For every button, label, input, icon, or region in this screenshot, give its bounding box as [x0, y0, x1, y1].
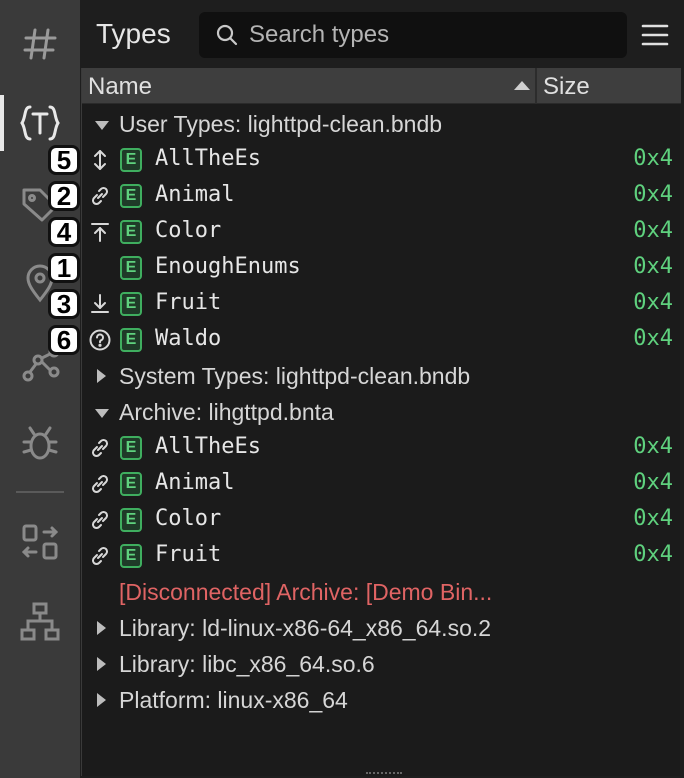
type-size: 0x4 — [633, 470, 673, 495]
column-header: Name Size — [82, 68, 681, 104]
bug-icon[interactable] — [0, 414, 80, 474]
type-row[interactable]: E Animal 0x4 — [82, 178, 681, 214]
type-row[interactable]: E AllTheEs 0x4 — [82, 142, 681, 178]
type-name: AllTheEs — [155, 146, 261, 171]
link-icon — [91, 438, 109, 458]
type-name: AllTheEs — [155, 434, 261, 459]
column-size-header[interactable]: Size — [543, 73, 590, 101]
type-row[interactable]: E Fruit 0x4 — [82, 286, 681, 322]
types-tree[interactable]: Name Size User Types: lighttpd-clean.bnd… — [81, 68, 681, 776]
enum-badge: E — [120, 328, 142, 352]
callout-badge: 4 — [48, 217, 80, 247]
group-system-types[interactable]: System Types: lighttpd-clean.bndb — [82, 358, 681, 394]
callout-badge: 3 — [48, 289, 80, 319]
types-icon[interactable] — [0, 93, 80, 153]
type-size: 0x4 — [633, 434, 673, 459]
column-name-header[interactable]: Name — [88, 73, 152, 101]
expand-caret-icon[interactable] — [95, 409, 109, 418]
link-icon — [91, 474, 109, 494]
type-name: Waldo — [155, 326, 222, 351]
enum-badge: E — [120, 436, 142, 460]
resize-grip[interactable] — [366, 772, 402, 776]
type-size: 0x4 — [633, 254, 673, 279]
sync-both-icon — [94, 150, 106, 170]
type-row[interactable]: E EnoughEnums 0x4 — [82, 250, 681, 286]
hierarchy-icon[interactable] — [0, 592, 80, 652]
pull-down-icon — [91, 294, 109, 313]
type-name: Fruit — [155, 542, 222, 567]
callout-badge: 2 — [48, 181, 80, 211]
callout-badge: 5 — [48, 145, 80, 175]
link-icon — [91, 546, 109, 566]
enum-badge: E — [120, 292, 142, 316]
callout-badge: 6 — [48, 325, 80, 355]
type-size: 0x4 — [633, 182, 673, 207]
column-separator[interactable] — [535, 68, 537, 104]
type-size: 0x4 — [633, 146, 673, 171]
type-name: Animal — [155, 470, 235, 495]
push-up-icon — [91, 223, 109, 242]
enum-badge: E — [120, 184, 142, 208]
search-input[interactable] — [249, 21, 609, 49]
type-size: 0x4 — [633, 218, 673, 243]
search-icon — [216, 24, 238, 46]
group-label: User Types: lighttpd-clean.bndb — [119, 111, 443, 137]
enum-badge: E — [120, 508, 142, 532]
group-library-libc[interactable]: Library: libc_x86_64.so.6 — [82, 646, 681, 682]
type-row[interactable]: E Waldo 0x4 — [82, 322, 681, 358]
type-name: Animal — [155, 182, 235, 207]
rail-divider — [16, 491, 64, 493]
collapse-caret-icon[interactable] — [97, 693, 106, 707]
hash-icon[interactable] — [0, 14, 80, 74]
type-row[interactable]: E AllTheEs 0x4 — [82, 430, 681, 466]
type-row[interactable]: E Color 0x4 — [82, 502, 681, 538]
group-label: System Types: lighttpd-clean.bndb — [119, 363, 471, 389]
type-row[interactable]: E Fruit 0x4 — [82, 538, 681, 574]
panel-title: Types — [96, 18, 171, 49]
type-name: Fruit — [155, 290, 222, 315]
enum-badge: E — [120, 544, 142, 568]
group-label: Archive: lihgttpd.bnta — [119, 399, 334, 425]
type-name: EnoughEnums — [155, 254, 301, 279]
group-disconnected-archive[interactable]: [Disconnected] Archive: [Demo Bin... — [82, 574, 681, 610]
type-size: 0x4 — [633, 542, 673, 567]
type-size: 0x4 — [633, 290, 673, 315]
collapse-caret-icon[interactable] — [97, 657, 106, 671]
enum-badge: E — [120, 256, 142, 280]
collapse-caret-icon[interactable] — [97, 369, 106, 383]
type-size: 0x4 — [633, 326, 673, 351]
collapse-caret-icon[interactable] — [97, 621, 106, 635]
expand-caret-icon[interactable] — [95, 121, 109, 130]
type-size: 0x4 — [633, 506, 673, 531]
link-icon — [91, 510, 109, 530]
enum-badge: E — [120, 220, 142, 244]
group-label: Library: ld-linux-x86-64_x86_64.so.2 — [119, 615, 492, 641]
group-archive[interactable]: Archive: lihgttpd.bnta — [82, 394, 681, 430]
hamburger-menu-icon[interactable] — [640, 22, 670, 48]
group-label: [Disconnected] Archive: [Demo Bin... — [119, 579, 493, 605]
callout-badge: 1 — [48, 253, 80, 283]
group-library-ld-linux[interactable]: Library: ld-linux-x86-64_x86_64.so.2 — [82, 610, 681, 646]
type-row[interactable]: E Color 0x4 — [82, 214, 681, 250]
transfer-icon[interactable] — [0, 512, 80, 572]
type-name: Color — [155, 218, 222, 243]
type-row[interactable]: E Animal 0x4 — [82, 466, 681, 502]
group-label: Library: libc_x86_64.so.6 — [119, 651, 375, 677]
question-icon — [89, 329, 111, 351]
type-name: Color — [155, 506, 222, 531]
sidebar-rail — [0, 0, 80, 778]
search-box[interactable] — [199, 12, 627, 58]
sort-ascending-icon[interactable] — [514, 81, 530, 90]
group-user-types[interactable]: User Types: lighttpd-clean.bndb — [82, 106, 681, 142]
enum-badge: E — [120, 472, 142, 496]
group-label: Platform: linux-x86_64 — [119, 687, 348, 713]
enum-badge: E — [120, 148, 142, 172]
link-icon — [91, 186, 109, 206]
group-platform[interactable]: Platform: linux-x86_64 — [82, 682, 681, 718]
